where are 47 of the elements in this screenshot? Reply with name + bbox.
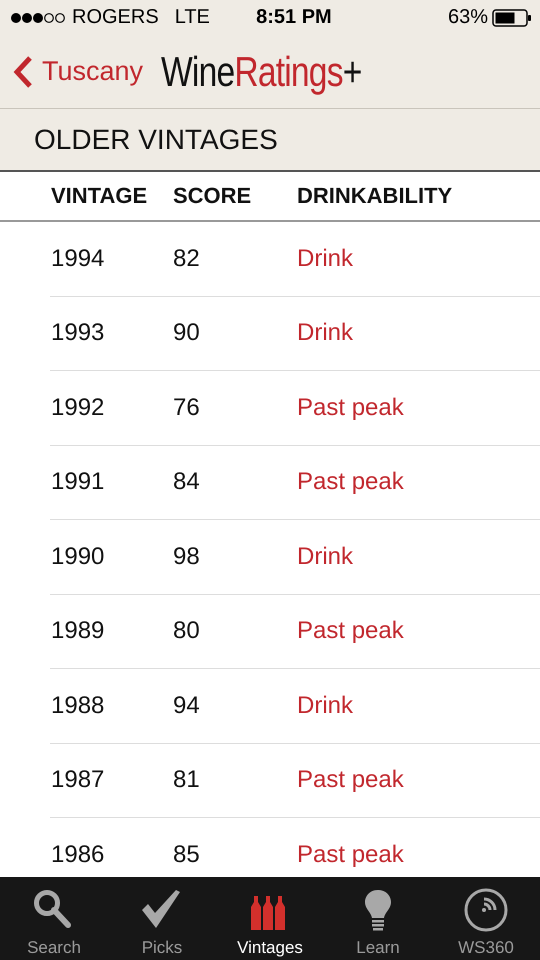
table-cell-text: 98 <box>173 542 201 571</box>
table-cell: Past peak <box>297 840 404 869</box>
table-cell-text: 1988 <box>51 692 106 720</box>
table-cell: Past peak <box>297 468 404 496</box>
table-cell-text: 1989 <box>51 617 106 646</box>
table-cell-text: 1990 <box>51 542 106 571</box>
light-bulb-icon <box>364 888 392 932</box>
table-cell-text: 94 <box>173 692 201 720</box>
table-cell-text: 1986 <box>51 840 106 869</box>
table-cell-text: 1994 <box>51 244 106 273</box>
table-cell-text: 85 <box>173 840 201 869</box>
table-cell: Drink <box>297 542 354 571</box>
chevron-left-icon <box>12 54 34 88</box>
table-cell-text: 82 <box>173 244 201 273</box>
table-cell: Past peak <box>297 394 404 422</box>
table-cell-text: 76 <box>173 394 201 422</box>
table-cell: Drink <box>297 319 354 348</box>
table-cell-text: 80 <box>173 617 201 646</box>
dial-icon <box>464 888 508 932</box>
table-cell-text: 1992 <box>51 394 106 422</box>
table-cell: Past peak <box>297 617 404 646</box>
table-cell: Past peak <box>297 766 404 794</box>
battery-icon <box>492 8 532 26</box>
tab-button[interactable]: WS360 <box>432 877 540 960</box>
table-cell: Drink <box>297 244 354 273</box>
battery-percent: 63% <box>448 6 488 29</box>
table-cell-text: 90 <box>173 319 201 348</box>
tab-button[interactable]: Picks <box>108 877 216 960</box>
table-cell-text: 1993 <box>51 319 106 348</box>
signal-icon <box>10 12 66 24</box>
column-header: DRINKABILITY <box>297 183 452 209</box>
tab-button[interactable]: Learn <box>324 877 432 960</box>
back-button[interactable]: Tuscany <box>12 54 144 88</box>
table-cell-text: 1987 <box>51 766 106 794</box>
network-type: LTE <box>174 6 210 29</box>
column-header: VINTAGE <box>51 183 148 209</box>
carrier-name: ROGERS <box>72 6 159 29</box>
table-cell-text: 81 <box>173 766 201 794</box>
status-time: 8:51 PM <box>256 6 332 29</box>
tab-button[interactable]: Search <box>0 877 108 960</box>
tab-button[interactable]: Vintages <box>216 877 324 960</box>
table-cell-text: 1991 <box>51 468 106 496</box>
app-logo: WineRatings+ <box>161 48 362 96</box>
column-header: SCORE <box>173 183 252 209</box>
table-cell: Drink <box>297 692 354 720</box>
section-title: OLDER VINTAGES <box>34 124 278 156</box>
table-cell-text: 84 <box>173 468 201 496</box>
